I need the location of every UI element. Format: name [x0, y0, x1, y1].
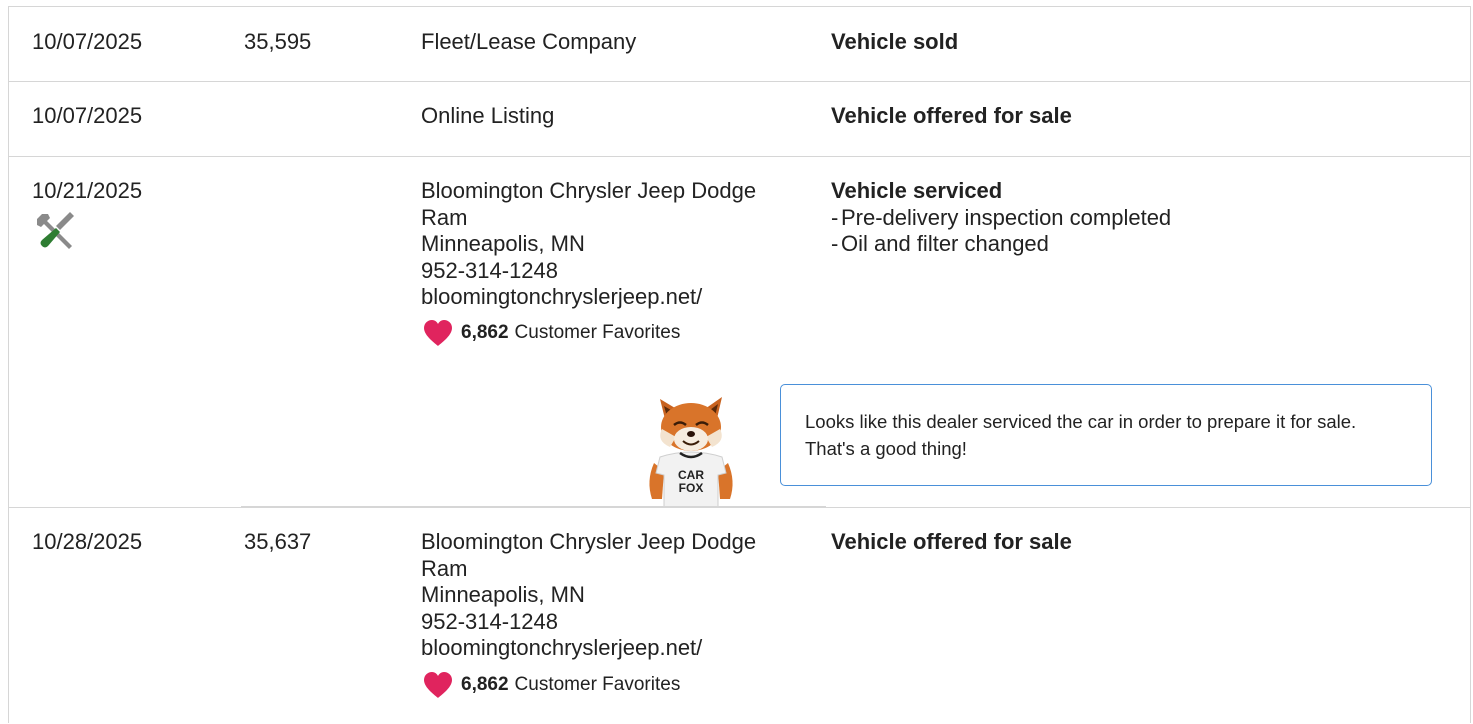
dealer-website-link[interactable]: bloomingtonchryslerjeep.net/: [421, 284, 801, 311]
dealer-location: Minneapolis, MN: [421, 582, 585, 607]
odometer-reading: 35,637: [244, 529, 312, 554]
record-source: Bloomington Chrysler Jeep Dodge Ram Minn…: [421, 178, 801, 311]
dealer-phone[interactable]: 952-314-1248: [421, 258, 801, 285]
comment-title: Vehicle serviced: [831, 178, 1003, 203]
history-table: 10/07/2025 35,595 Fleet/Lease Company Ve…: [8, 6, 1471, 723]
heart-icon: [424, 672, 452, 698]
comment-bullet: - Oil and filter changed: [831, 231, 1049, 256]
record-source: Online Listing: [421, 103, 801, 130]
favorites-count: 6,862: [461, 322, 509, 343]
dealer-name: Bloomington Chrysler Jeep Dodge: [421, 178, 757, 203]
comment-title: Vehicle offered for sale: [831, 103, 1072, 128]
shirt-text-line: FOX: [679, 481, 704, 495]
carfox-tip-bubble: Looks like this dealer serviced the car …: [780, 384, 1432, 486]
record-date: 10/07/2025: [32, 103, 143, 128]
dealer-phone[interactable]: 952-314-1248: [421, 609, 801, 636]
record-date: 10/07/2025: [32, 29, 143, 54]
comment-bullet: - Pre-delivery inspection completed: [831, 204, 1172, 230]
dealer-website-link[interactable]: bloomingtonchryslerjeep.net/: [421, 635, 801, 662]
record-date: 10/28/2025: [32, 529, 143, 554]
history-row: 10/07/2025 Online Listing Vehicle offere…: [9, 82, 1470, 157]
record-source: Fleet/Lease Company: [421, 29, 801, 56]
customer-favorites[interactable]: 6,862 Customer Favorites: [422, 671, 680, 699]
favorites-label: Customer Favorites: [514, 674, 681, 695]
history-row: 10/07/2025 35,595 Fleet/Lease Company Ve…: [9, 7, 1470, 82]
history-row: 10/21/2025 Bloomington Chrysler Jeep Dod…: [9, 157, 1470, 508]
record-comments: Vehicle serviced - Pre-delivery inspectio…: [831, 178, 1451, 258]
heart-icon: [424, 320, 452, 346]
shirt-text-line: CAR: [678, 468, 704, 482]
dealer-name-cont: Ram: [421, 555, 468, 581]
dealer-name-cont: Ram: [421, 204, 468, 230]
record-source: Bloomington Chrysler Jeep Dodge Ram Minn…: [421, 529, 801, 662]
customer-favorites[interactable]: 6,862 Customer Favorites: [422, 319, 680, 347]
wrench-screwdriver-icon: [37, 212, 74, 249]
source-line: Fleet/Lease Company: [421, 29, 637, 54]
favorites-count: 6,862: [461, 674, 509, 695]
carfox-mascot-image: CAR FOX: [649, 397, 733, 507]
source-line: Online Listing: [421, 103, 555, 128]
dealer-location: Minneapolis, MN: [421, 231, 585, 256]
odometer-reading: 35,595: [244, 29, 312, 54]
favorites-label: Customer Favorites: [514, 322, 681, 343]
history-row: 10/28/2025 35,637 Bloomington Chrysler J…: [9, 507, 1470, 724]
comment-title: Vehicle sold: [831, 29, 959, 54]
dealer-name: Bloomington Chrysler Jeep Dodge: [421, 529, 757, 554]
comment-title: Vehicle offered for sale: [831, 529, 1072, 554]
record-date: 10/21/2025: [32, 178, 143, 203]
